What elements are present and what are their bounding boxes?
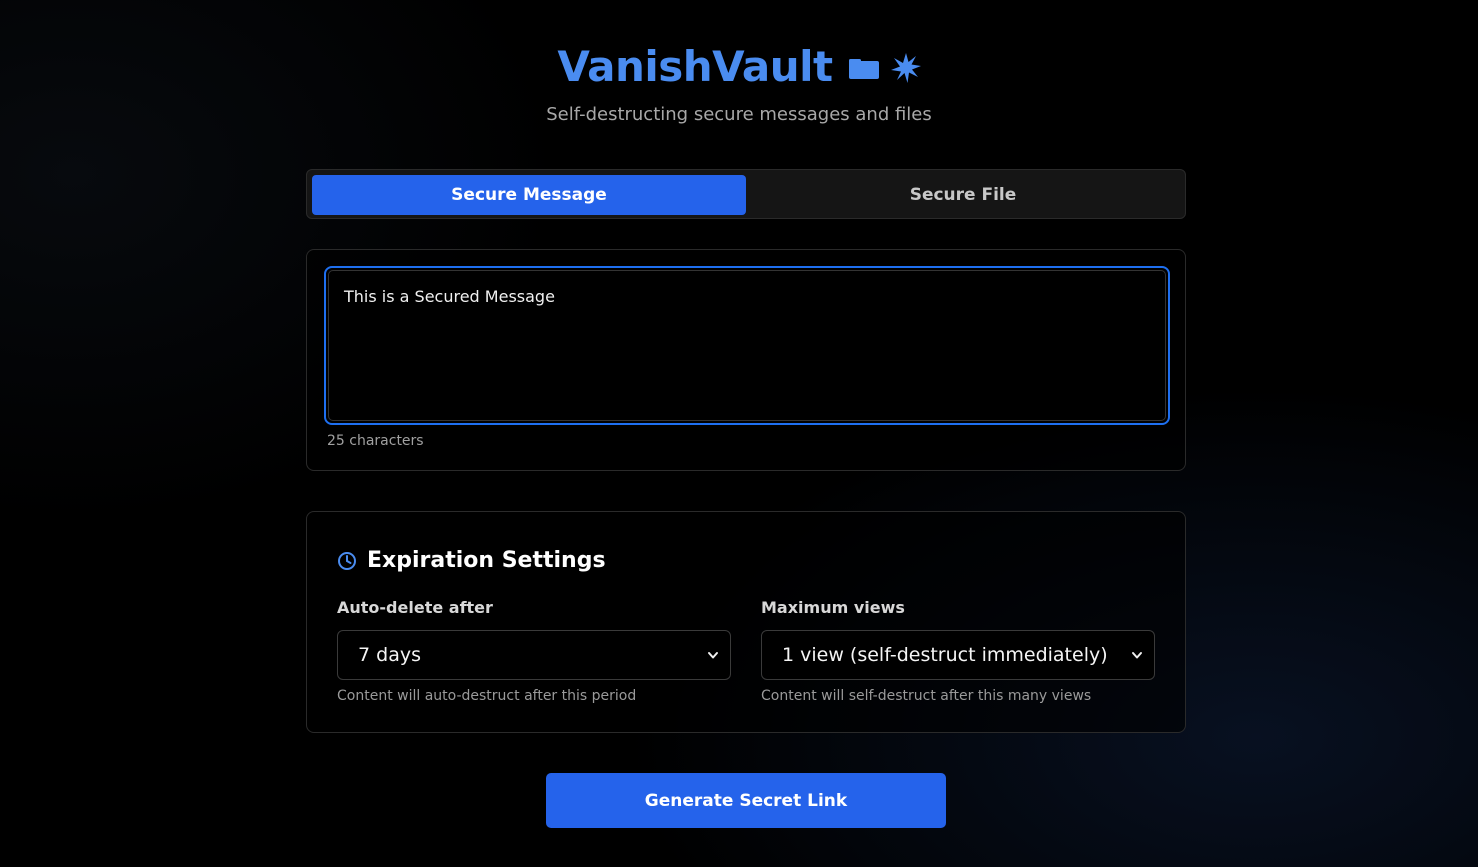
auto-delete-value: 7 days — [358, 644, 421, 666]
title-row: VanishVault — [557, 38, 921, 94]
message-textarea[interactable]: This is a Secured Message — [328, 270, 1166, 421]
max-views-select[interactable]: 1 view (self-destruct immediately) — [761, 630, 1155, 680]
chevron-down-icon — [708, 652, 718, 659]
sparkle-icon — [890, 53, 921, 83]
max-views-value: 1 view (self-destruct immediately) — [782, 644, 1108, 666]
tab-secure-message[interactable]: Secure Message — [312, 175, 746, 215]
clock-icon — [338, 551, 356, 570]
max-views-field: Maximum views 1 view (self-destruct imme… — [761, 598, 1155, 704]
tab-secure-file[interactable]: Secure File — [746, 175, 1180, 215]
app-title: VanishVault — [557, 41, 833, 91]
generate-link-button[interactable]: Generate Secret Link — [546, 773, 946, 828]
max-views-label: Maximum views — [761, 598, 905, 617]
message-card: This is a Secured Message 25 characters — [306, 249, 1186, 471]
auto-delete-select[interactable]: 7 days — [337, 630, 731, 680]
app-header: VanishVault Self-destructing secure mess… — [0, 38, 1478, 126]
folder-icon — [848, 59, 879, 79]
chevron-down-icon — [1132, 652, 1142, 659]
max-views-help: Content will self-destruct after this ma… — [761, 688, 1092, 704]
character-count: 25 characters — [327, 433, 424, 449]
app-subtitle: Self-destructing secure messages and fil… — [546, 104, 932, 125]
auto-delete-field: Auto-delete after 7 days Content will au… — [337, 598, 731, 704]
expiration-title: Expiration Settings — [367, 548, 606, 573]
expiration-card: Expiration Settings Auto-delete after 7 … — [306, 511, 1186, 733]
auto-delete-help: Content will auto-destruct after this pe… — [337, 688, 637, 704]
auto-delete-label: Auto-delete after — [337, 598, 493, 617]
mode-tabs: Secure Message Secure File — [306, 169, 1186, 219]
message-focus-ring: This is a Secured Message — [324, 266, 1170, 425]
expiration-header: Expiration Settings — [337, 548, 606, 573]
